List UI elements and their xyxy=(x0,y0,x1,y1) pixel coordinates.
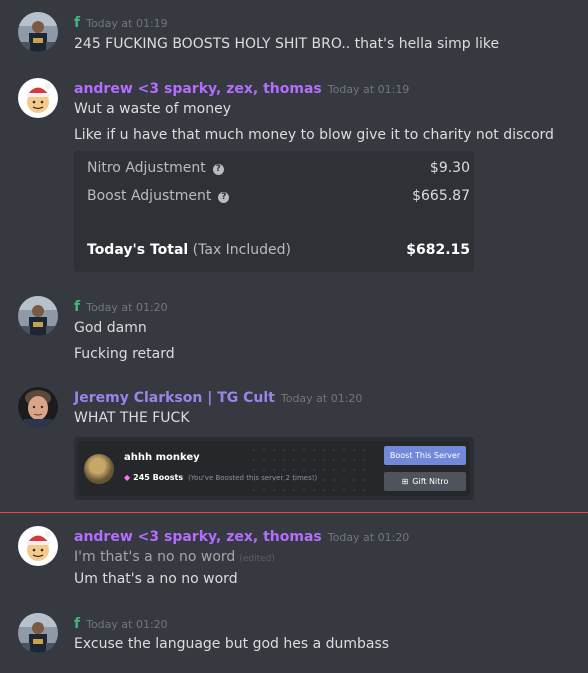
total-value: $682.15 xyxy=(406,242,470,258)
avatar[interactable] xyxy=(18,12,58,52)
message-text: Um that's a no no word xyxy=(74,571,238,587)
username[interactable]: andrew <3 sparky, zex, thomas xyxy=(74,529,322,545)
avatar[interactable] xyxy=(18,78,58,118)
message-text-pending: I'm that's a no no word xyxy=(74,549,236,565)
timestamp: Today at 01:19 xyxy=(86,17,168,30)
boost-adjustment-value: $665.87 xyxy=(412,188,470,204)
timestamp: Today at 01:20 xyxy=(86,618,168,631)
total-row: Today's Total (Tax Included) $682.15 xyxy=(87,239,470,261)
username[interactable]: f xyxy=(74,616,80,632)
server-boost-embed: ahhh monkey ◆ 245 Boosts (You've Boosted t… xyxy=(74,437,474,500)
avatar[interactable] xyxy=(18,613,58,653)
timestamp: Today at 01:20 xyxy=(327,531,410,544)
username[interactable]: andrew <3 sparky, zex, thomas xyxy=(74,81,322,97)
invoice-embed: Nitro Adjustment? $9.30 Boost Adjustment… xyxy=(74,151,474,272)
nitro-adjustment-row: Nitro Adjustment? $9.30 xyxy=(87,157,470,179)
edited-tag: (edited) xyxy=(239,554,275,564)
timestamp: Today at 01:19 xyxy=(327,83,410,96)
chat-messages: f Today at 01:19 245 FUCKING BOOSTS HOLY … xyxy=(0,0,588,673)
help-icon[interactable]: ? xyxy=(212,164,224,175)
boost-status: ◆ 245 Boosts (You've Boosted this server 2… xyxy=(124,473,317,482)
avatar[interactable] xyxy=(18,526,58,566)
total-note: (Tax Included) xyxy=(192,242,291,258)
boost-count: 245 Boosts xyxy=(133,473,184,482)
decorative-pattern xyxy=(249,445,369,495)
boost-adjustment-label: Boost Adjustment xyxy=(87,188,212,204)
timestamp: Today at 01:20 xyxy=(86,301,168,314)
message-text: Wut a waste of money xyxy=(74,101,231,117)
gift-nitro-button[interactable]: ⊞ Gift Nitro xyxy=(384,472,466,491)
server-name: ahhh monkey xyxy=(124,452,200,463)
boost-gem-icon: ◆ xyxy=(124,473,131,482)
username[interactable]: Jeremy Clarkson | TG Cult xyxy=(74,390,275,406)
timestamp: Today at 01:20 xyxy=(280,392,363,405)
message-text: I'm that's a no no word (edited) xyxy=(74,547,275,569)
message-text: God damn xyxy=(74,320,147,336)
gift-nitro-label: Gift Nitro xyxy=(412,477,449,486)
boost-adjustment-row: Boost Adjustment? $665.87 xyxy=(87,185,470,207)
nitro-adjustment-label: Nitro Adjustment xyxy=(87,160,206,176)
username[interactable]: f xyxy=(74,15,80,31)
message-text: 245 FUCKING BOOSTS HOLY SHIT BRO.. that'… xyxy=(74,36,500,52)
gift-icon: ⊞ xyxy=(401,477,409,486)
help-icon[interactable]: ? xyxy=(218,192,230,203)
avatar[interactable] xyxy=(18,387,58,427)
new-messages-divider xyxy=(0,512,588,513)
username[interactable]: f xyxy=(74,299,80,315)
message-text: WHAT THE FUCK xyxy=(74,410,190,426)
message-text: Like if u have that much money to blow g… xyxy=(74,127,554,143)
avatar[interactable] xyxy=(18,296,58,336)
boost-note: (You've Boosted this server 2 times!) xyxy=(188,474,318,482)
boost-this-server-button[interactable]: Boost This Server xyxy=(384,446,466,465)
server-icon xyxy=(84,454,114,484)
nitro-adjustment-value: $9.30 xyxy=(429,160,470,176)
total-label: Today's Total xyxy=(87,242,189,258)
message-text: Fucking retard xyxy=(74,346,175,362)
message-text: Excuse the language but god hes a dumbas… xyxy=(74,636,390,652)
